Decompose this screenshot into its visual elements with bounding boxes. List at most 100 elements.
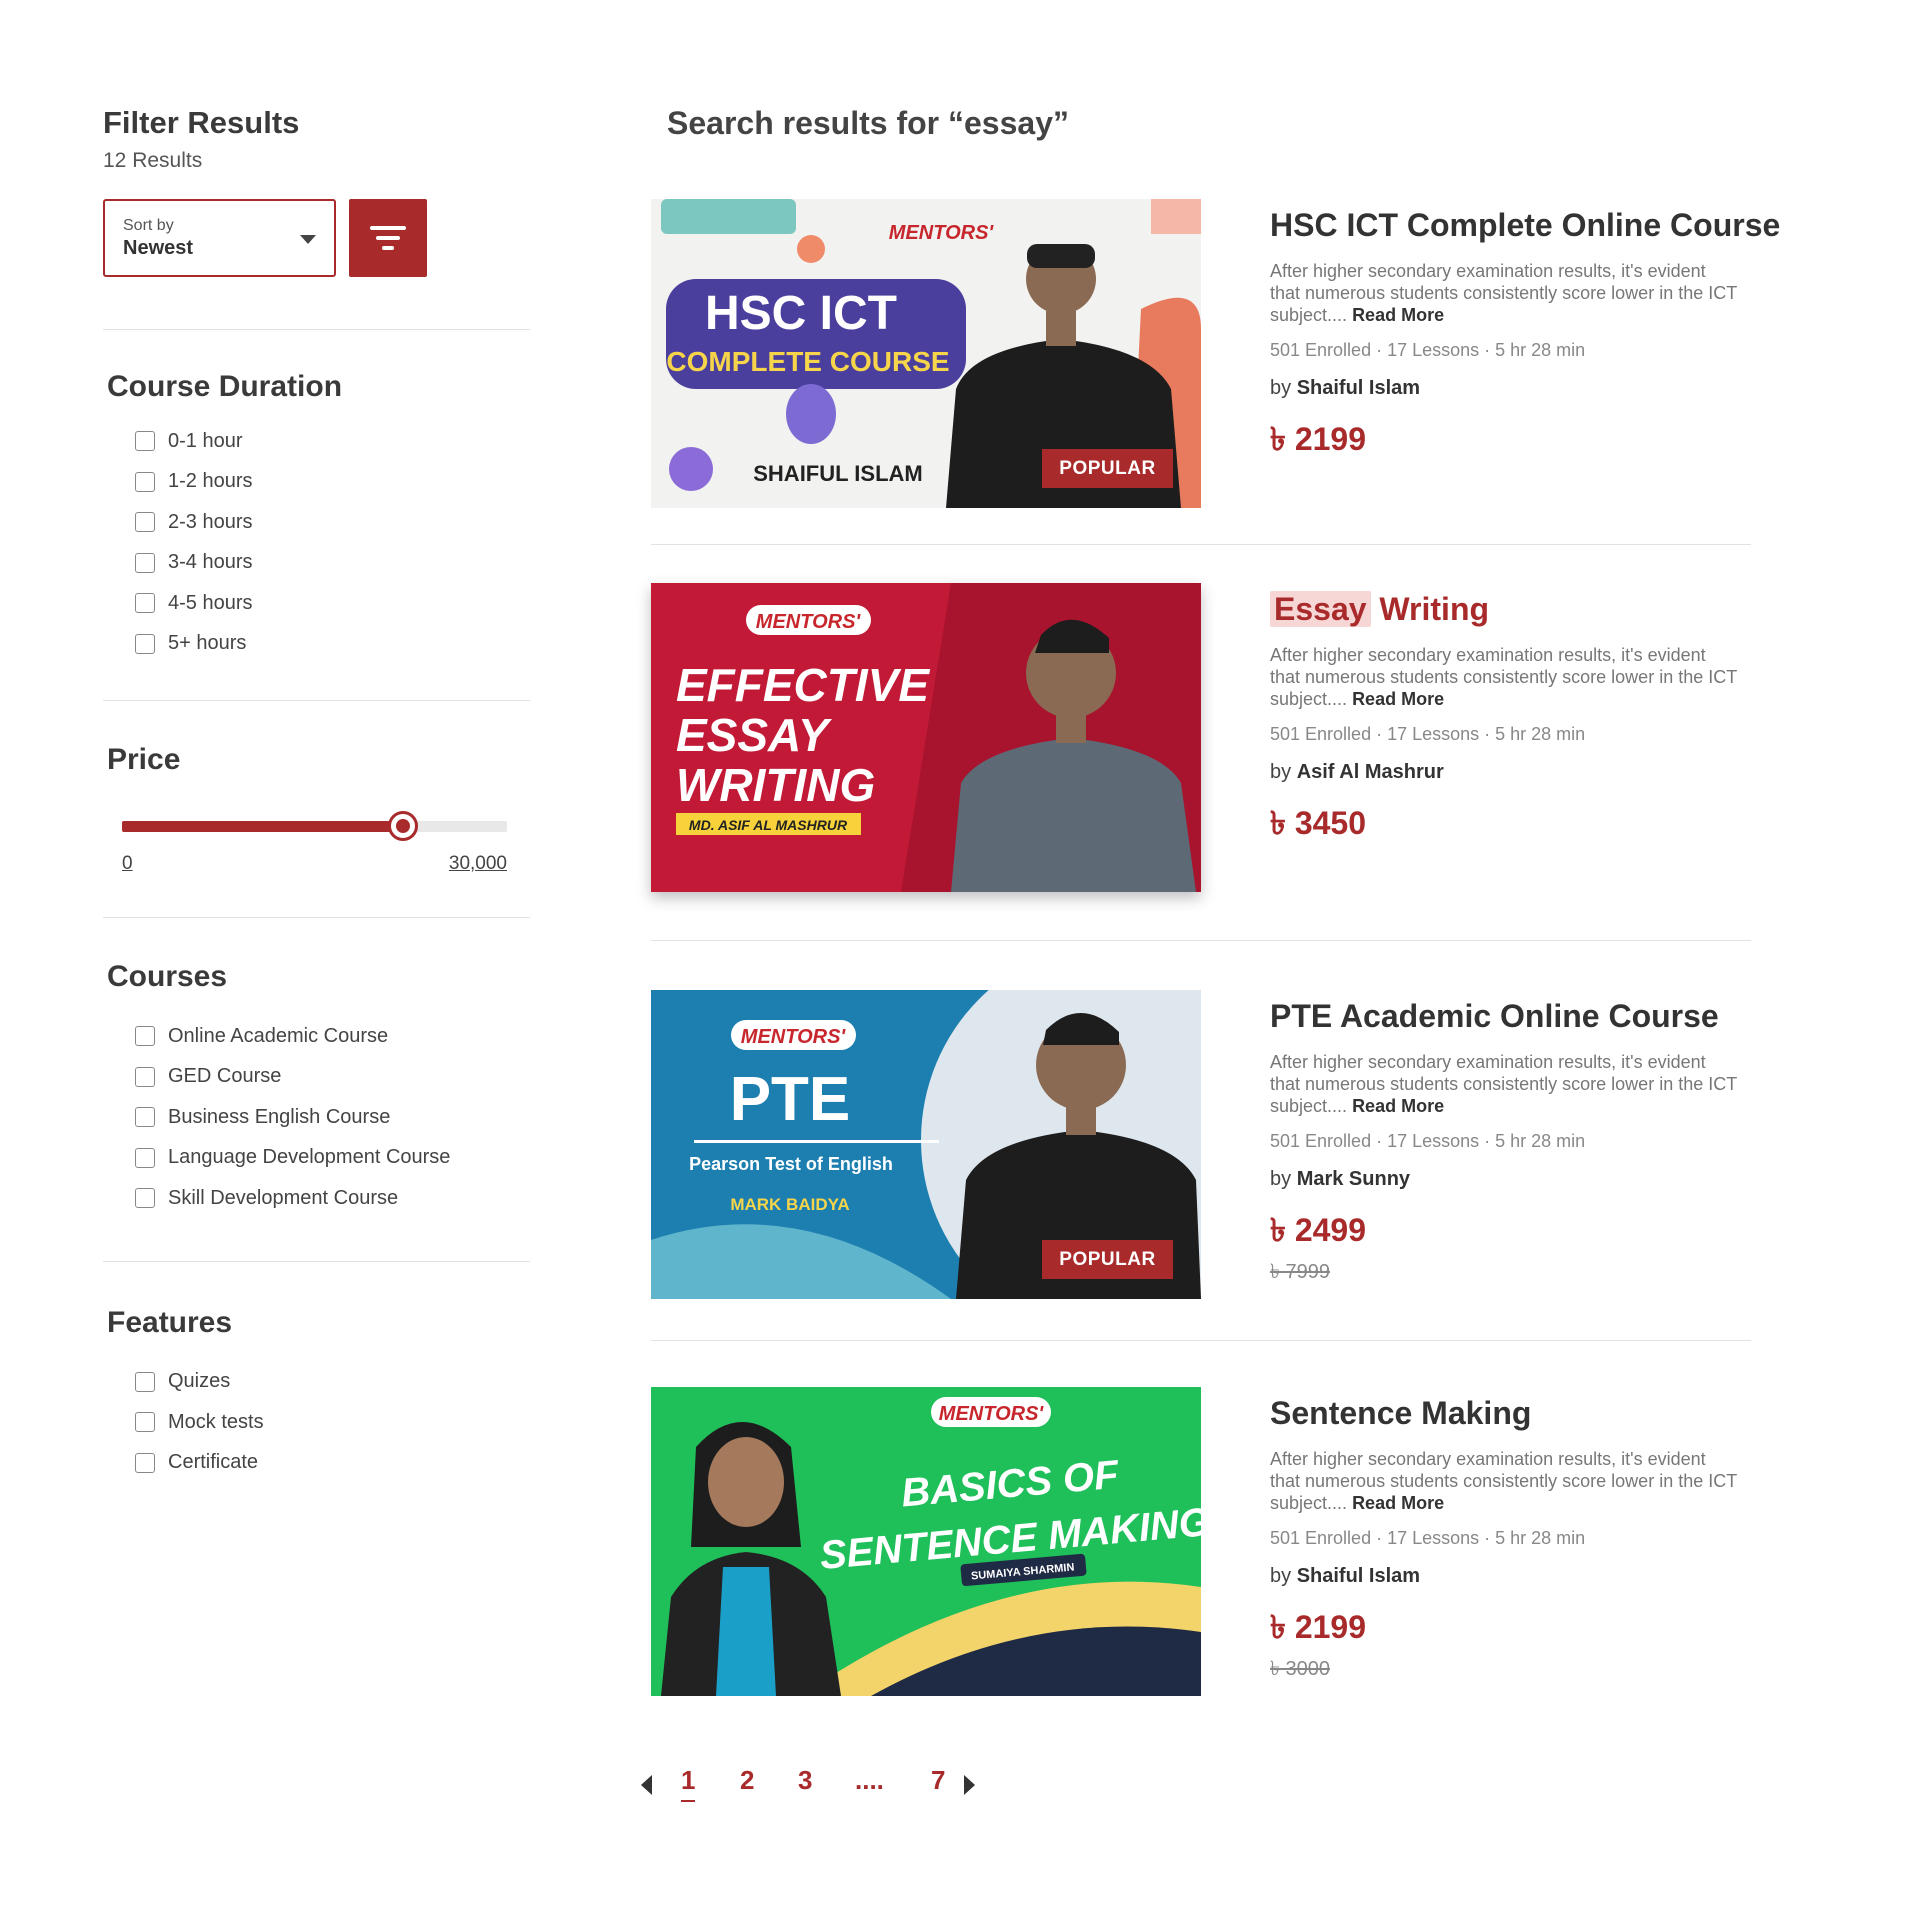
checkbox[interactable]	[135, 1147, 155, 1168]
price-min: 0	[122, 853, 133, 874]
pagination: 1 2 3 .... 7	[641, 1765, 981, 1805]
checkbox[interactable]	[135, 1412, 155, 1433]
course-title[interactable]: PTE Academic Online Course	[1270, 998, 1810, 1035]
duration-option[interactable]: 2-3 hours	[135, 502, 533, 543]
features-title: Features	[107, 1305, 233, 1339]
course-option[interactable]: Business English Course	[135, 1097, 533, 1138]
course-info: HSC ICT Complete Online Course After hig…	[1270, 207, 1810, 468]
course-info: Sentence Making After higher secondary e…	[1270, 1395, 1810, 1687]
read-more-link[interactable]: Read More	[1352, 1493, 1444, 1513]
course-info: Essay Writing After higher secondary exa…	[1270, 591, 1810, 852]
checkbox[interactable]	[135, 1066, 155, 1087]
read-more-link[interactable]: Read More	[1352, 689, 1444, 709]
checkbox[interactable]	[135, 471, 155, 492]
duration-option[interactable]: 0-1 hour	[135, 421, 533, 462]
course-price: ৳ 2499	[1270, 1212, 1367, 1248]
duration-option[interactable]: 5+ hours	[135, 624, 533, 665]
checkbox[interactable]	[135, 1026, 155, 1047]
slider-thumb[interactable]	[388, 811, 419, 841]
course-thumbnail[interactable]: MENTORS' EFFECTIVE ESSAY WRITING MD. ASI…	[651, 583, 1201, 892]
divider	[103, 917, 530, 918]
course-title[interactable]: HSC ICT Complete Online Course	[1270, 207, 1810, 244]
slider-fill	[122, 821, 404, 832]
option-label: GED Course	[168, 1065, 282, 1088]
author-name: Mark Sunny	[1296, 1168, 1411, 1190]
thumb-line2: Pearson Test of English	[689, 1154, 893, 1174]
checkbox[interactable]	[135, 633, 155, 654]
filter-sidebar: Filter Results 12 Results Sort by Newest…	[103, 105, 533, 1483]
thumb-name: MD. ASIF AL MASHRUR	[689, 817, 848, 833]
sort-dropdown[interactable]: Sort by Newest	[103, 199, 336, 277]
checkbox[interactable]	[135, 593, 155, 614]
duration-title: Course Duration	[107, 370, 343, 403]
page-3[interactable]: 3	[798, 1765, 812, 1796]
course-thumbnail[interactable]: HSC ICT COMPLETE COURSE MENTORS' SHAIFUL…	[651, 199, 1201, 508]
feature-option[interactable]: Mock tests	[135, 1402, 533, 1443]
filter-icon-bar	[382, 246, 394, 250]
by-prefix: by	[1270, 1168, 1292, 1190]
popular-badge: POPULAR	[1042, 449, 1173, 488]
description-text: After higher secondary examination resul…	[1270, 645, 1737, 709]
price-title: Price	[107, 743, 181, 776]
duration-option[interactable]: 1-2 hours	[135, 462, 533, 503]
page-7[interactable]: 7	[931, 1765, 945, 1796]
checkbox[interactable]	[135, 431, 155, 452]
title-rest: Writing	[1379, 591, 1490, 627]
course-price: ৳ 3450	[1270, 805, 1367, 841]
course-description: After higher secondary examination resul…	[1270, 644, 1740, 710]
sort-label: Sort by	[123, 217, 174, 234]
course-description: After higher secondary examination resul…	[1270, 260, 1740, 326]
divider	[103, 700, 530, 701]
course-author: by Shaiful Islam	[1270, 377, 1810, 400]
course-author: by Asif Al Mashrur	[1270, 761, 1810, 784]
course-option[interactable]: Skill Development Course	[135, 1178, 533, 1219]
read-more-link[interactable]: Read More	[1352, 1096, 1444, 1116]
course-info: PTE Academic Online Course After higher …	[1270, 998, 1810, 1290]
next-page-icon[interactable]	[964, 1775, 975, 1795]
course-meta: 501 Enrolled · 17 Lessons · 5 hr 28 min	[1270, 1131, 1586, 1151]
checkbox[interactable]	[135, 1188, 155, 1209]
course-title[interactable]: Sentence Making	[1270, 1395, 1810, 1432]
course-title[interactable]: Essay Writing	[1270, 591, 1810, 628]
course-thumbnail[interactable]: MENTORS' BASICS OF SENTENCE MAKING SUMAI…	[651, 1387, 1201, 1696]
checkbox[interactable]	[135, 1107, 155, 1128]
card-divider	[651, 1340, 1751, 1341]
option-label: 4-5 hours	[168, 591, 253, 614]
option-label: Certificate	[168, 1451, 259, 1474]
option-label: Business English Course	[168, 1105, 391, 1128]
thumb-brand: MENTORS'	[939, 1403, 1045, 1425]
course-price: ৳ 2199	[1270, 421, 1367, 457]
thumb-line1: PTE	[730, 1065, 851, 1134]
checkbox[interactable]	[135, 512, 155, 533]
course-option[interactable]: Language Development Course	[135, 1138, 533, 1179]
read-more-link[interactable]: Read More	[1352, 305, 1444, 325]
divider	[103, 329, 530, 330]
price-slider[interactable]	[122, 811, 507, 841]
option-label: Mock tests	[168, 1410, 264, 1433]
page-1[interactable]: 1	[681, 1765, 696, 1802]
duration-option[interactable]: 3-4 hours	[135, 543, 533, 584]
feature-option[interactable]: Quizes	[135, 1362, 533, 1403]
by-prefix: by	[1270, 377, 1292, 399]
duration-option[interactable]: 4-5 hours	[135, 583, 533, 624]
page-2[interactable]: 2	[740, 1765, 754, 1796]
checkbox[interactable]	[135, 1452, 155, 1473]
thumbnail-art: MENTORS' BASICS OF SENTENCE MAKING SUMAI…	[651, 1387, 1201, 1696]
course-meta: 501 Enrolled · 17 Lessons · 5 hr 28 min	[1270, 1528, 1586, 1548]
checkbox[interactable]	[135, 552, 155, 573]
checkbox[interactable]	[135, 1371, 155, 1392]
feature-option[interactable]: Certificate	[135, 1443, 533, 1484]
filter-button[interactable]	[349, 199, 427, 277]
course-option[interactable]: Online Academic Course	[135, 1016, 533, 1057]
thumb-brand: MENTORS'	[741, 1026, 847, 1048]
prev-page-icon[interactable]	[641, 1775, 652, 1795]
course-option[interactable]: GED Course	[135, 1057, 533, 1098]
search-title: Search results for “essay”	[667, 105, 1069, 141]
course-thumbnail[interactable]: MENTORS' PTE Pearson Test of English MAR…	[651, 990, 1201, 1299]
thumb-name: MARK BAIDYA	[730, 1195, 849, 1214]
search-results: Search results for “essay” HSC ICT COMPL…	[651, 105, 1801, 1696]
filter-icon-bar	[376, 236, 400, 240]
thumb-line1: HSC ICT	[705, 287, 897, 340]
option-label: 2-3 hours	[168, 510, 253, 533]
thumb-brand: MENTORS'	[889, 222, 995, 244]
